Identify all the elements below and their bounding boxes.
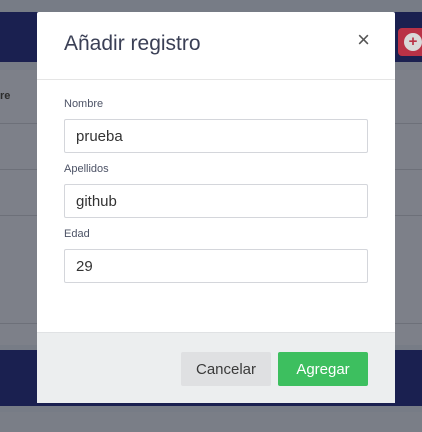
plus-icon: +: [404, 33, 422, 51]
dialog-header: Añadir registro ×: [37, 12, 395, 80]
field-nombre: Nombre: [64, 98, 368, 153]
dialog-footer: Cancelar Agregar: [37, 332, 395, 403]
nombre-label: Nombre: [64, 98, 104, 110]
background-column-header: re: [0, 90, 11, 102]
edad-input[interactable]: [64, 249, 368, 283]
background-bottom-strip: [0, 412, 422, 432]
cancel-button[interactable]: Cancelar: [181, 352, 271, 386]
background-add-button: +: [398, 28, 422, 56]
edad-label: Edad: [64, 228, 90, 240]
dialog-title: Añadir registro: [64, 32, 201, 55]
dialog-body: Nombre Apellidos Edad: [37, 80, 395, 283]
apellidos-input[interactable]: [64, 184, 368, 218]
close-icon[interactable]: ×: [357, 29, 370, 51]
add-button[interactable]: Agregar: [278, 352, 368, 386]
field-edad: Edad: [64, 228, 368, 283]
field-apellidos: Apellidos: [64, 163, 368, 218]
nombre-input[interactable]: [64, 119, 368, 153]
apellidos-label: Apellidos: [64, 163, 109, 175]
add-record-dialog: Añadir registro × Nombre Apellidos Edad …: [37, 12, 395, 403]
